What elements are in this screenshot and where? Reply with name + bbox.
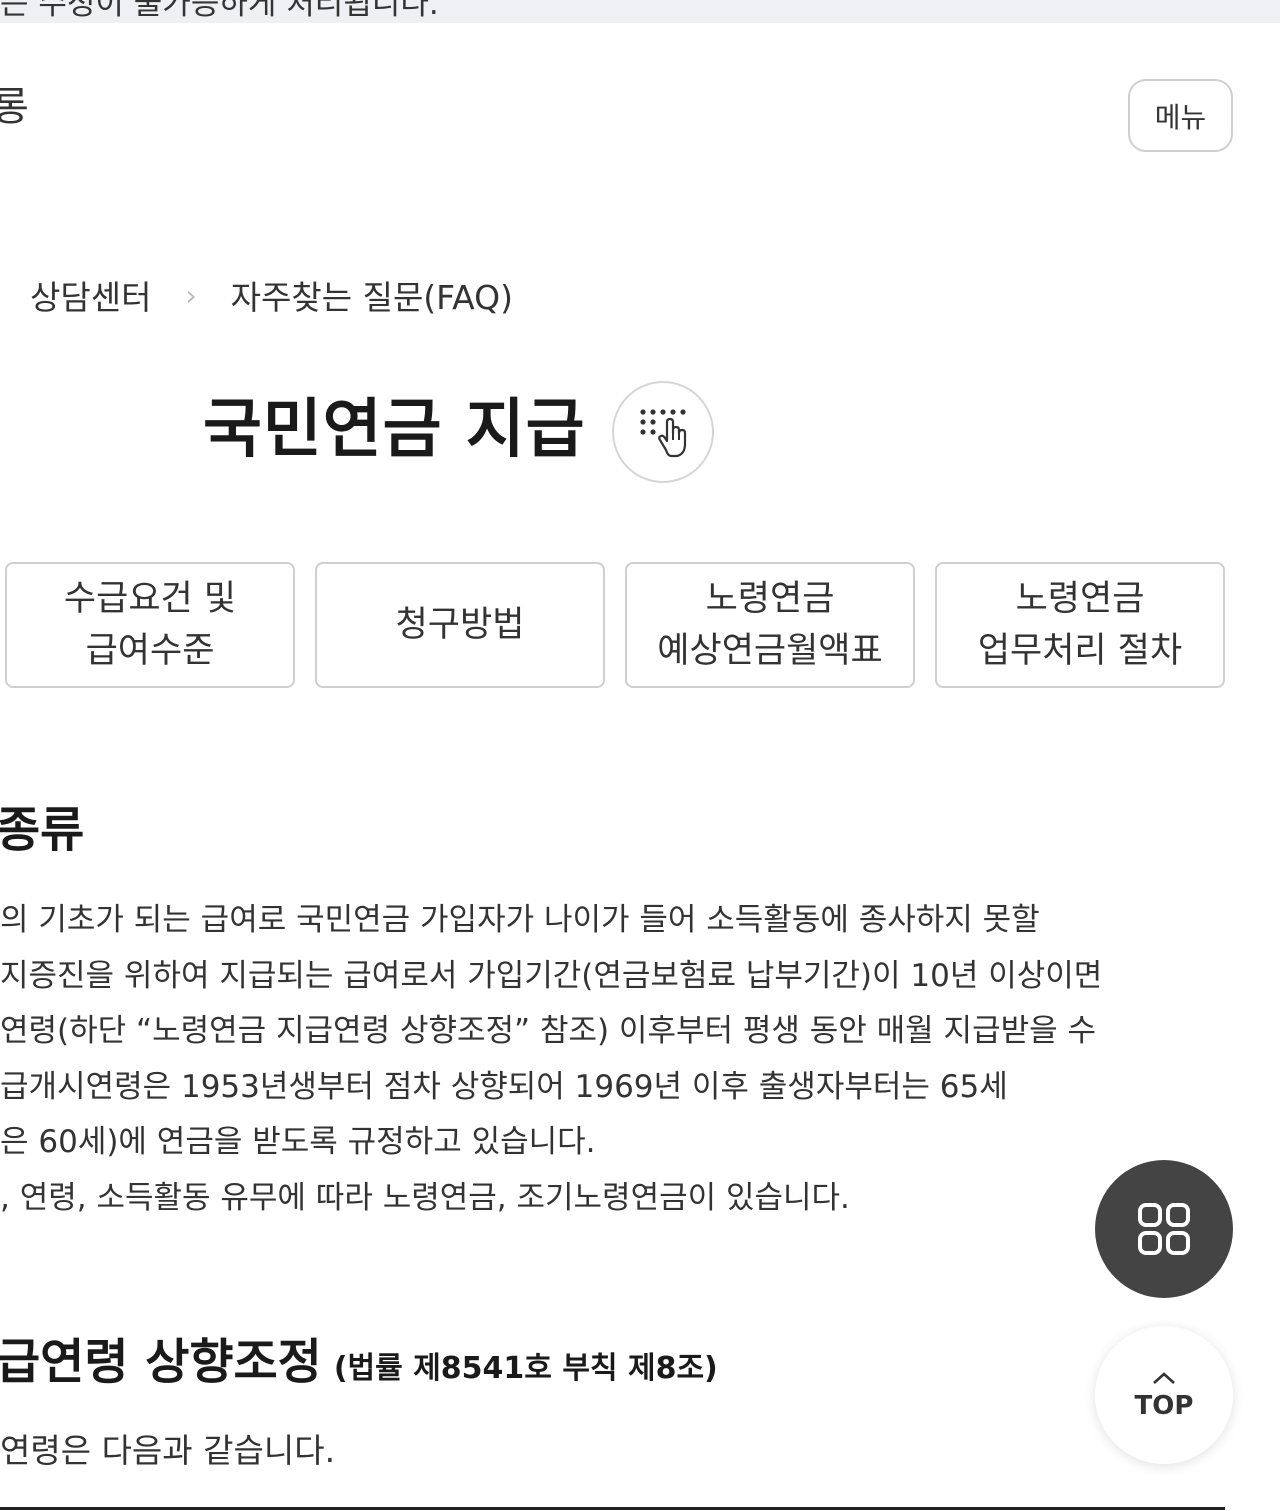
tab-label-line2: 업무처리 절차 xyxy=(977,631,1183,671)
tab-label-line2: 급여수준 xyxy=(85,631,215,671)
chevron-right-icon: › xyxy=(185,278,197,312)
body-line: 급개시연령은 1953년생부터 점차 상향되어 1969년 이후 출생자부터는 … xyxy=(0,1068,1008,1105)
quick-menu-button[interactable] xyxy=(1095,1160,1233,1298)
notice-text: 는 수정이 불가능하게 처리됩니다. xyxy=(0,0,439,22)
breadcrumb: › 상담센터 › 자주찾는 질문(FAQ) xyxy=(0,270,513,320)
tab-label-line1: 청구방법 xyxy=(395,605,525,645)
section-body-types: 의 기초가 되는 급여로 국민연금 가입자가 나이가 들어 소득활동에 종사하지… xyxy=(0,893,1240,1226)
tab-label-line2: 예상연금월액표 xyxy=(657,631,883,671)
chevron-up-icon xyxy=(1153,1372,1175,1384)
section-title-age-adjustment: 급연령 상향조정 (법률 제8541호 부칙 제8조) xyxy=(0,1322,718,1392)
body-line: 지증진을 위하여 지급되는 급여로서 가입기간(연금보험료 납부기간)이 10년… xyxy=(0,957,1103,994)
breadcrumb-item-counsel-center[interactable]: 상담센터 xyxy=(30,271,151,319)
site-logo-fragment[interactable]: 롱 xyxy=(0,74,29,132)
grid-icon xyxy=(1138,1203,1190,1255)
body-line: 의 기초가 되는 급여로 국민연금 가입자가 나이가 들어 소득활동에 종사하지… xyxy=(0,902,1040,938)
tab-claim-method[interactable]: 청구방법 xyxy=(315,562,605,688)
touch-hand-icon xyxy=(640,409,687,458)
body-line: 은 60세)에 연금을 받도록 규정하고 있습니다. xyxy=(0,1124,596,1160)
tab-label-line1: 노령연금 xyxy=(705,579,835,619)
scroll-top-label: TOP xyxy=(1134,1391,1194,1421)
body-line: 연령(하단 “노령연금 지급연령 상향조정” 참조) 이후부터 평생 동안 매월… xyxy=(0,1013,1097,1049)
tab-processing-procedure[interactable]: 노령연금 업무처리 절차 xyxy=(935,562,1225,688)
tab-expected-pension-table[interactable]: 노령연금 예상연금월액표 xyxy=(625,562,915,688)
scroll-top-button[interactable]: TOP xyxy=(1095,1326,1233,1464)
content-tabs: 수급요건 및 급여수준 청구방법 노령연금 예상연금월액표 노령연금 업무처리 … xyxy=(5,562,1225,688)
touch-guide-button[interactable] xyxy=(612,381,714,483)
section-intro-text: 연령은 다음과 같습니다. xyxy=(0,1431,336,1470)
notice-banner: 는 수정이 불가능하게 처리됩니다. xyxy=(0,0,1280,23)
breadcrumb-item-faq[interactable]: 자주찾는 질문(FAQ) xyxy=(231,271,513,319)
tab-label-line1: 노령연금 xyxy=(1015,579,1145,619)
page-title: 국민연금 지급 xyxy=(203,393,586,467)
menu-button[interactable]: 메뉴 xyxy=(1128,79,1233,152)
chevron-right-icon: › xyxy=(0,279,30,312)
table-top-border xyxy=(0,1507,1225,1510)
tab-eligibility-benefit[interactable]: 수급요건 및 급여수준 xyxy=(5,562,295,688)
body-line: , 연령, 소득활동 유무에 따라 노령연금, 조기노령연금이 있습니다. xyxy=(0,1179,850,1216)
tab-label-line1: 수급요건 및 xyxy=(63,579,237,619)
section-title-types: 종류 xyxy=(0,802,85,858)
section-title-text: 급연령 상향조정 xyxy=(0,1334,322,1390)
law-reference: (법률 제8541호 부칙 제8조) xyxy=(333,1351,718,1386)
